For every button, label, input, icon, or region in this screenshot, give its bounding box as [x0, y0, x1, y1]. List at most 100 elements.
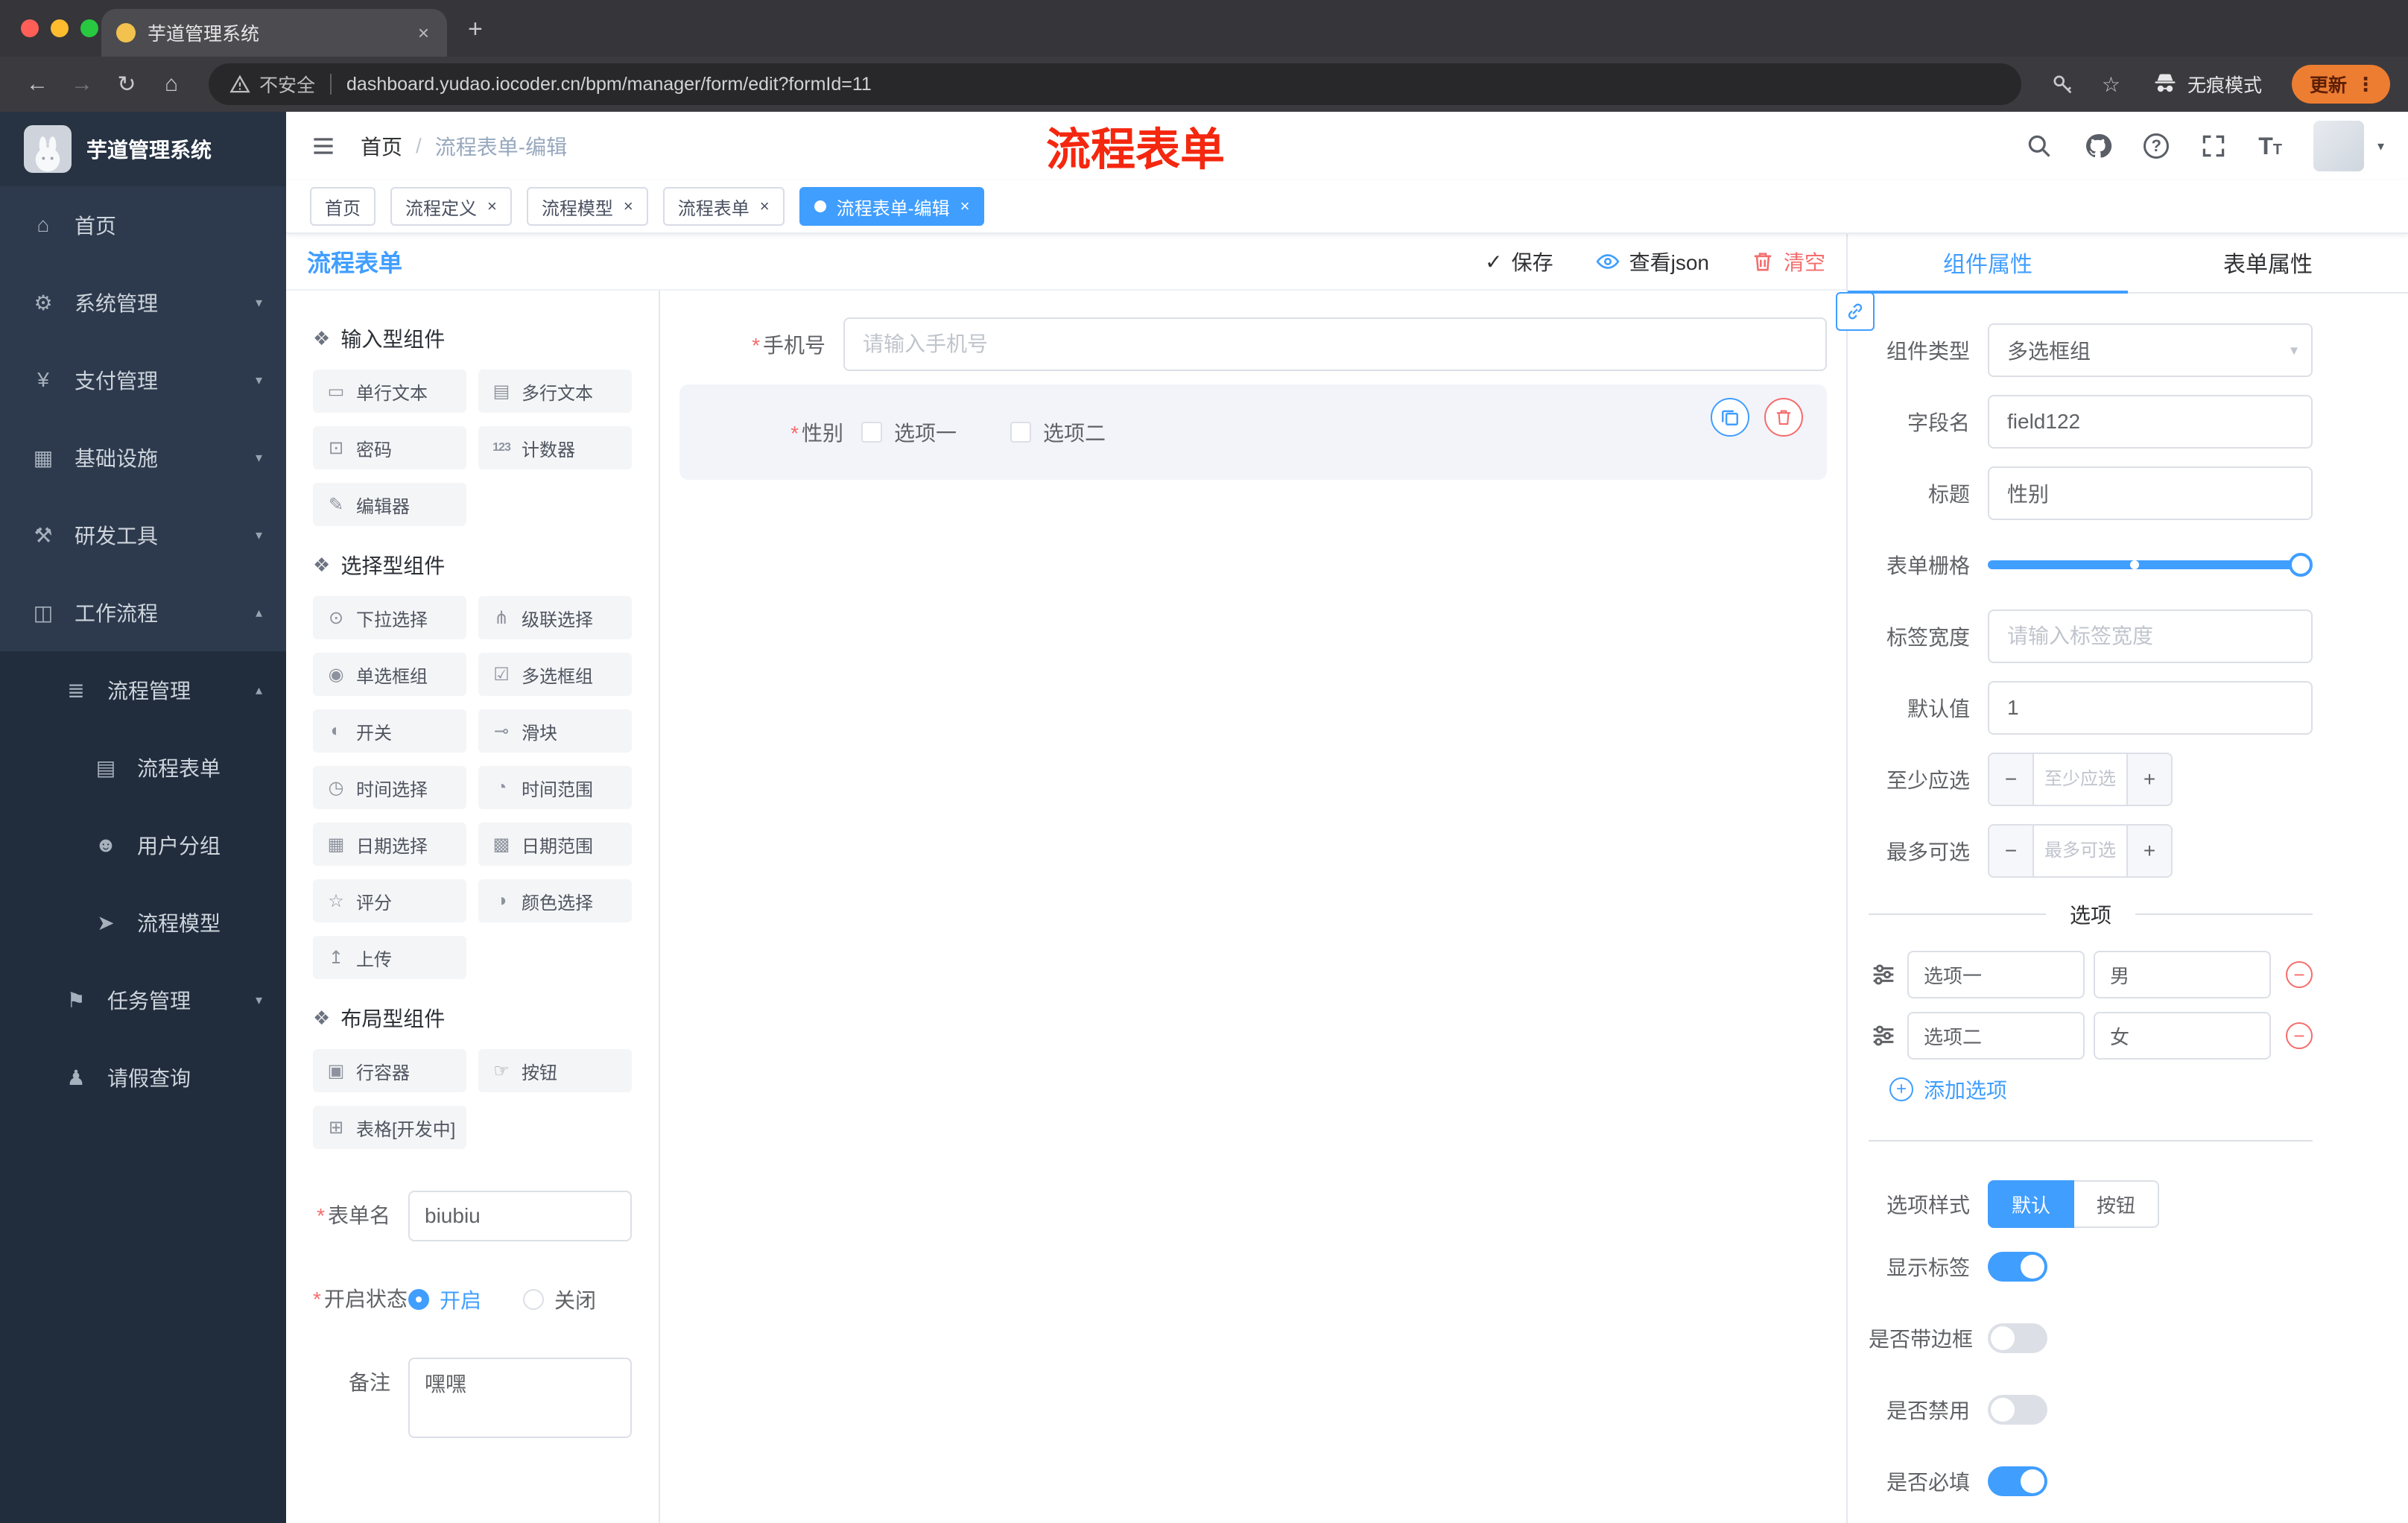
checkbox-option-1[interactable]: 选项一	[861, 417, 957, 447]
sidebar-item-leave-query[interactable]: ♟ 请假查询	[0, 1039, 286, 1116]
search-icon[interactable]	[2026, 133, 2053, 159]
toggle-off[interactable]	[1988, 1323, 2047, 1353]
style-button-button[interactable]: 按钮	[2074, 1180, 2160, 1228]
title-input[interactable]	[1988, 466, 2313, 520]
sidebar-item-system-management[interactable]: ⚙ 系统管理 ▾	[0, 264, 286, 341]
palette-item[interactable]: ↥ 上传	[313, 936, 466, 979]
close-icon[interactable]: ×	[487, 197, 497, 216]
form-remark-textarea[interactable]: 嘿嘿	[408, 1358, 632, 1438]
view-json-button[interactable]: 查看json	[1595, 247, 1709, 276]
default-value-input[interactable]	[1988, 681, 2313, 735]
address-bar[interactable]: 不安全 dashboard.yudao.iocoder.cn/bpm/manag…	[209, 63, 2021, 105]
toggle-off[interactable]	[1988, 1395, 2047, 1425]
palette-item[interactable]: ☑ 多选框组	[478, 653, 632, 696]
sidebar-item-task-management[interactable]: ⚑ 任务管理 ▾	[0, 961, 286, 1039]
palette-item[interactable]: ⊡ 密码	[313, 426, 466, 469]
sidebar-item-process-management[interactable]: ≣ 流程管理 ▴	[0, 651, 286, 729]
drawing-canvas[interactable]: *手机号 *性别 选项一	[660, 291, 1846, 1523]
tab-form-props[interactable]: 表单属性	[2128, 234, 2408, 294]
form-name-input[interactable]	[408, 1191, 632, 1241]
palette-item[interactable]: ◷ 时间选择	[313, 766, 466, 809]
toggle-on[interactable]	[1988, 1252, 2047, 1282]
palette-item[interactable]: ◉ 单选框组	[313, 653, 466, 696]
browser-tab[interactable]: 芋道管理系统 ×	[101, 9, 447, 57]
tag-process-form[interactable]: 流程表单 ×	[662, 187, 785, 226]
sidebar-item-process-form[interactable]: ▤ 流程表单	[0, 729, 286, 806]
hamburger-icon[interactable]	[310, 133, 337, 159]
github-icon[interactable]	[2084, 132, 2112, 160]
minus-icon[interactable]: −	[1989, 826, 2034, 876]
avatar-caret-icon[interactable]: ▾	[2377, 139, 2384, 154]
security-label[interactable]: 不安全	[259, 71, 315, 98]
option-name-input[interactable]	[1907, 1012, 2085, 1060]
tag-process-definition[interactable]: 流程定义 ×	[390, 187, 512, 226]
slider-knob[interactable]	[2289, 553, 2313, 577]
back-icon[interactable]: ←	[18, 65, 57, 104]
link-icon[interactable]	[1836, 292, 1875, 331]
palette-item[interactable]: ◑ 颜色选择	[478, 879, 632, 922]
browser-update-button[interactable]: 更新 ⋮	[2291, 65, 2390, 104]
min-select-input[interactable]	[2034, 754, 2126, 805]
option-value-input[interactable]	[2094, 1012, 2271, 1060]
style-default-button[interactable]: 默认	[1988, 1180, 2075, 1228]
radio-open[interactable]: 开启	[408, 1285, 481, 1314]
palette-item[interactable]: ▤ 多行文本	[478, 370, 632, 413]
palette-item[interactable]: ◔ 时间范围	[478, 766, 632, 809]
field-name-input[interactable]	[1988, 395, 2313, 449]
remove-option-icon[interactable]: −	[2286, 961, 2313, 988]
remove-option-icon[interactable]: −	[2286, 1022, 2313, 1049]
tag-process-model[interactable]: 流程模型 ×	[526, 187, 648, 226]
palette-item[interactable]: ✎ 编辑器	[313, 483, 466, 526]
add-option-button[interactable]: + 添加选项	[1889, 1074, 2313, 1104]
palette-item[interactable]: ☞ 按钮	[478, 1049, 632, 1092]
palette-item[interactable]: ▭ 单行文本	[313, 370, 466, 413]
grid-slider[interactable]	[1988, 553, 2313, 577]
tab-close-icon[interactable]: ×	[415, 22, 432, 45]
avatar[interactable]	[2313, 121, 2364, 171]
option-name-input[interactable]	[1907, 951, 2085, 998]
radio-closed[interactable]: 关闭	[523, 1285, 596, 1314]
palette-item[interactable]: ▣ 行容器	[313, 1049, 466, 1092]
reload-icon[interactable]: ↻	[107, 65, 146, 104]
font-size-icon[interactable]: TT	[2258, 134, 2282, 158]
max-select-input[interactable]	[2034, 826, 2126, 876]
minus-icon[interactable]: −	[1989, 754, 2034, 805]
browser-menu-icon[interactable]: ⋮	[2356, 73, 2375, 96]
component-type-select[interactable]: 多选框组 ▾	[1988, 323, 2313, 377]
palette-item[interactable]: ⊞ 表格[开发中]	[313, 1106, 466, 1149]
plus-icon[interactable]: +	[2126, 754, 2171, 805]
palette-item[interactable]: ⋔ 级联选择	[478, 596, 632, 639]
sidebar-item-user-group[interactable]: ☻ 用户分组	[0, 806, 286, 884]
tag-process-form-edit[interactable]: 流程表单-编辑 ×	[799, 187, 985, 226]
save-button[interactable]: ✓ 保存	[1485, 247, 1553, 276]
toggle-on[interactable]	[1988, 1466, 2047, 1496]
url-text[interactable]: dashboard.yudao.iocoder.cn/bpm/manager/f…	[346, 74, 872, 95]
window-minimize-button[interactable]	[51, 19, 69, 37]
sidebar-item-dev-tools[interactable]: ⚒ 研发工具 ▾	[0, 496, 286, 574]
forward-icon[interactable]: →	[63, 65, 101, 104]
palette-item[interactable]: ▦ 日期选择	[313, 823, 466, 866]
palette-item[interactable]: ⊸ 滑块	[478, 709, 632, 753]
checkbox-option-2[interactable]: 选项二	[1010, 417, 1106, 447]
checkbox-icon[interactable]	[861, 422, 882, 443]
window-close-button[interactable]	[21, 19, 39, 37]
palette-item[interactable]: ☆ 评分	[313, 879, 466, 922]
option-value-input[interactable]	[2094, 951, 2271, 998]
component-type-value[interactable]: 多选框组	[1988, 323, 2313, 377]
browser-home-icon[interactable]: ⌂	[152, 65, 191, 104]
tag-home[interactable]: 首页	[310, 187, 376, 226]
palette-item[interactable]: 123 计数器	[478, 426, 632, 469]
sidebar-item-infrastructure[interactable]: ▦ 基础设施 ▾	[0, 419, 286, 496]
sidebar-item-home[interactable]: ⌂ 首页	[0, 186, 286, 264]
tab-component-props[interactable]: 组件属性	[1848, 234, 2128, 294]
bookmark-star-icon[interactable]: ☆	[2102, 72, 2120, 97]
palette-item[interactable]: ▩ 日期范围	[478, 823, 632, 866]
close-icon[interactable]: ×	[624, 197, 633, 216]
sidebar-item-process-model[interactable]: ➤ 流程模型	[0, 884, 286, 961]
close-icon[interactable]: ×	[960, 197, 970, 216]
sidebar-item-payment-management[interactable]: ¥ 支付管理 ▾	[0, 341, 286, 419]
label-width-input[interactable]	[1988, 609, 2313, 663]
window-zoom-button[interactable]	[80, 19, 98, 37]
password-key-icon[interactable]	[2050, 72, 2075, 97]
drag-handle-icon[interactable]	[1869, 1021, 1898, 1051]
